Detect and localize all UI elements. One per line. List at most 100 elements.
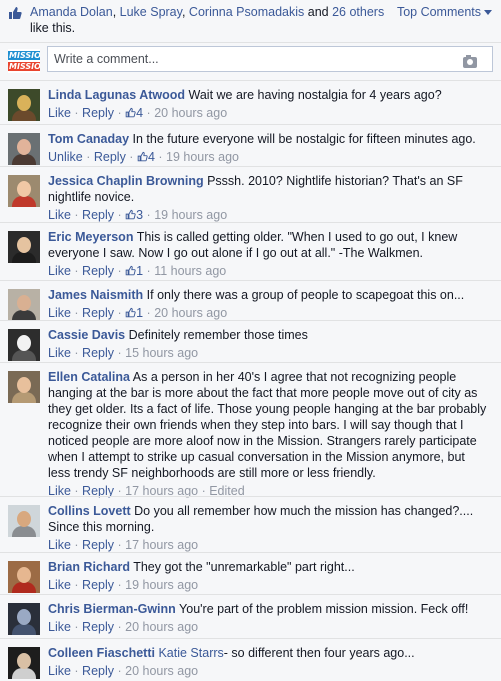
comment-actions: Like · Reply · 20 hours ago xyxy=(48,663,488,679)
reply-button[interactable]: Reply xyxy=(82,264,114,278)
likes-and: and xyxy=(307,5,329,19)
comment-timestamp[interactable]: 19 hours ago xyxy=(166,150,239,164)
avatar[interactable] xyxy=(8,561,40,593)
liker-link[interactable]: Luke Spray xyxy=(120,5,182,19)
comment-body: Eric Meyerson This is called getting old… xyxy=(48,229,488,279)
reply-button[interactable]: Reply xyxy=(82,664,114,678)
like-button[interactable]: Like xyxy=(48,106,71,120)
commenter-name-link[interactable]: Eric Meyerson xyxy=(48,230,133,244)
comment-item: Jessica Chaplin Browning Psssh. 2010? Ni… xyxy=(0,166,501,222)
commenter-name-link[interactable]: Colleen Fiaschetti xyxy=(48,646,155,660)
comment-body: Tom Canaday In the future everyone will … xyxy=(48,131,488,165)
comment-timestamp[interactable]: 20 hours ago xyxy=(125,620,198,634)
reply-button[interactable]: Reply xyxy=(94,150,126,164)
avatar-face xyxy=(17,653,31,669)
avatar[interactable] xyxy=(8,329,40,361)
like-button[interactable]: Like xyxy=(48,578,71,592)
comment-timestamp[interactable]: 19 hours ago xyxy=(154,208,227,222)
comment-actions: Like · Reply · 4 · 20 hours ago xyxy=(48,105,488,121)
avatar[interactable] xyxy=(8,505,40,537)
like-button[interactable]: Like xyxy=(48,620,71,634)
like-count-link[interactable]: 1 xyxy=(125,264,143,278)
comment-timestamp[interactable]: 20 hours ago xyxy=(125,664,198,678)
comment-timestamp[interactable]: 17 hours ago xyxy=(125,538,198,552)
separator: · xyxy=(143,264,155,278)
avatar-body xyxy=(12,582,36,593)
avatar[interactable] xyxy=(8,175,40,207)
comment-message: Wait we are having nostalgia for 4 years… xyxy=(188,88,442,102)
avatar-body xyxy=(12,252,36,263)
comment-text: Ellen Catalina As a person in her 40's I… xyxy=(48,369,488,481)
avatar[interactable] xyxy=(8,231,40,263)
likes-suffix: like this. xyxy=(30,21,76,35)
top-comments-dropdown[interactable]: Top Comments xyxy=(397,4,492,20)
reply-button[interactable]: Reply xyxy=(82,306,114,320)
like-count: 4 xyxy=(147,150,155,164)
comment-timestamp[interactable]: 15 hours ago xyxy=(125,346,198,360)
like-count-link[interactable]: 1 xyxy=(125,306,143,320)
reply-button[interactable]: Reply xyxy=(82,578,114,592)
separator: · xyxy=(70,208,83,222)
like-button[interactable]: Like xyxy=(48,208,71,222)
like-count-link[interactable]: 4 xyxy=(125,106,143,120)
like-button[interactable]: Like xyxy=(48,538,71,552)
comment-message: They got the "unremarkable" part right..… xyxy=(133,560,355,574)
comment-input[interactable]: Write a comment... xyxy=(47,46,493,72)
likes-others-link[interactable]: 26 others xyxy=(332,5,384,19)
page-avatar: MISSION MISSION xyxy=(8,49,40,73)
comment-timestamp[interactable]: 20 hours ago xyxy=(154,106,227,120)
comment-body: Colleen Fiaschetti Katie Starrs- so diff… xyxy=(48,645,488,679)
commenter-name-link[interactable]: Ellen Catalina xyxy=(48,370,130,384)
avatar[interactable] xyxy=(8,89,40,121)
like-button[interactable]: Like xyxy=(48,306,71,320)
avatar-text: MISSION xyxy=(9,51,40,60)
like-button[interactable]: Like xyxy=(48,346,71,360)
commenter-name-link[interactable]: Linda Lagunas Atwood xyxy=(48,88,185,102)
like-button[interactable]: Like xyxy=(48,664,71,678)
comment-item: James Naismith If only there was a group… xyxy=(0,280,501,321)
reply-button[interactable]: Reply xyxy=(82,106,114,120)
avatar[interactable] xyxy=(8,133,40,165)
comment-timestamp[interactable]: 11 hours ago xyxy=(154,264,226,278)
reply-button[interactable]: Reply xyxy=(82,208,114,222)
comment-timestamp[interactable]: 19 hours ago xyxy=(125,578,198,592)
avatar-face xyxy=(17,95,31,111)
comment-item: Tom Canaday In the future everyone will … xyxy=(0,124,501,166)
avatar[interactable] xyxy=(8,371,40,403)
avatar[interactable] xyxy=(8,647,40,679)
camera-icon[interactable] xyxy=(463,55,477,68)
commenter-name-link[interactable]: James Naismith xyxy=(48,288,143,302)
avatar[interactable] xyxy=(8,289,40,321)
like-count-link[interactable]: 3 xyxy=(125,208,143,222)
commenter-name-link[interactable]: Chris Bierman-Gwinn xyxy=(48,602,176,616)
separator: · xyxy=(70,620,83,634)
like-button[interactable]: Unlike xyxy=(48,150,83,164)
avatar-face xyxy=(17,181,31,197)
separator: · xyxy=(125,150,137,164)
commenter-name-link[interactable]: Cassie Davis xyxy=(48,328,125,342)
liker-link[interactable]: Corinna Psomadakis xyxy=(189,5,304,19)
avatar[interactable] xyxy=(8,603,40,635)
like-count-link[interactable]: 4 xyxy=(137,150,155,164)
tagged-user-link[interactable]: Katie Starrs xyxy=(158,646,223,660)
comment-actions: Like · Reply · 20 hours ago xyxy=(48,619,488,635)
like-button[interactable]: Like xyxy=(48,264,71,278)
comment-text: Tom Canaday In the future everyone will … xyxy=(48,131,488,147)
comment-body: Cassie Davis Definitely remember those t… xyxy=(48,327,488,361)
liker-link[interactable]: Amanda Dolan xyxy=(30,5,113,19)
commenter-name-link[interactable]: Brian Richard xyxy=(48,560,130,574)
comment-composer: MISSION MISSION Write a comment... xyxy=(0,42,501,78)
thumbs-up-icon xyxy=(137,151,148,162)
separator: · xyxy=(114,578,126,592)
comment-timestamp[interactable]: 20 hours ago xyxy=(154,306,227,320)
reply-button[interactable]: Reply xyxy=(82,538,114,552)
reply-button[interactable]: Reply xyxy=(82,346,114,360)
commenter-name-link[interactable]: Jessica Chaplin Browning xyxy=(48,174,204,188)
avatar-face xyxy=(17,335,31,351)
avatar-text: MISSION xyxy=(9,62,40,71)
separator: · xyxy=(70,264,83,278)
commenter-name-link[interactable]: Collins Lovett xyxy=(48,504,131,518)
commenter-name-link[interactable]: Tom Canaday xyxy=(48,132,129,146)
comment-item: Linda Lagunas Atwood Wait we are having … xyxy=(0,80,501,124)
reply-button[interactable]: Reply xyxy=(82,620,114,634)
